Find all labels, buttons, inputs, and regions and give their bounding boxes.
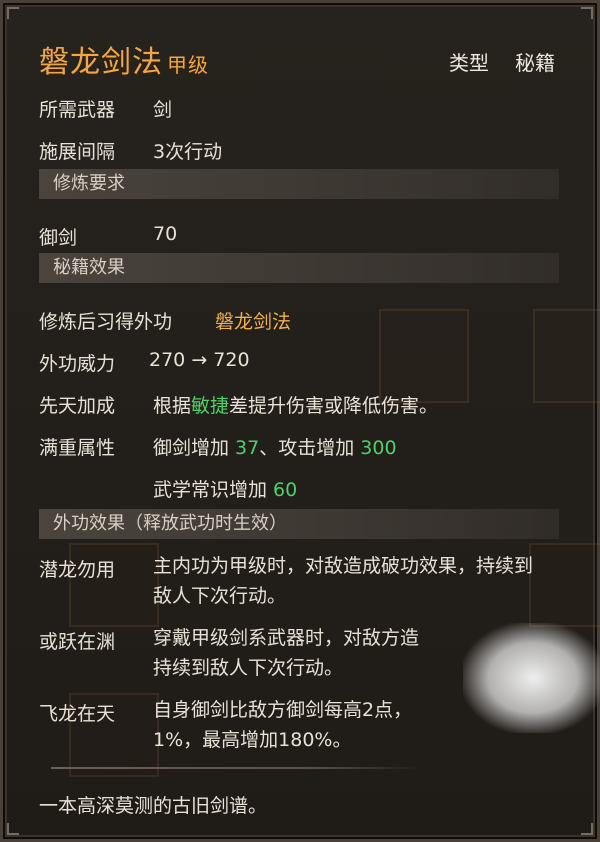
skill-effect-line: 穿戴甲级剑系武器时，对敌方造: [153, 627, 420, 649]
background-item-slot: [533, 309, 600, 403]
full-weight-value: 37: [235, 437, 260, 459]
skill-effect-line: 1%，最高增加180%。: [153, 729, 352, 751]
skill-effect-line: 持续到敌人下次行动。: [153, 657, 344, 679]
skill-effect-desc: 穿戴甲级剑系武器时，对敌方造 持续到敌人下次行动。: [153, 623, 583, 683]
skill-grade: 甲级: [167, 53, 209, 77]
learned-label: 修炼后习得外功: [39, 311, 173, 333]
innate-pre: 根据: [153, 395, 192, 417]
skill-effect-line: 敌人下次行动。: [153, 585, 287, 607]
learned-value: 磐龙剑法: [215, 311, 292, 333]
full-weight-text: 武学常识增加: [153, 479, 274, 501]
interval-value: 3次行动: [153, 141, 223, 163]
corner-ornament: [581, 7, 593, 19]
skill-effect-line: 自身御剑比敌方御剑每高2点，: [153, 699, 413, 721]
effects-header: 秘籍效果: [39, 253, 559, 283]
type-label: 类型: [449, 51, 489, 75]
flavor-text: 一本高深莫测的古旧剑谱。: [39, 795, 268, 817]
skill-effect-desc: 主内功为甲级时，对敌造成破功效果，持续到 敌人下次行动。: [153, 551, 583, 611]
power-from: 270: [149, 349, 186, 371]
tooltip-panel: 磐龙剑法 甲级 类型 秘籍 所需武器 剑 施展间隔 3次行动 修炼要求 御剑 70…: [0, 0, 600, 842]
innate-attribute: 敏捷: [191, 395, 230, 417]
skill-effect-desc: 自身御剑比敌方御剑每高2点， 1%，最高增加180%。: [153, 695, 583, 755]
full-weight-text: 、攻击增加: [259, 437, 361, 459]
requirements-header: 修炼要求: [39, 169, 559, 199]
background-item-slot: [379, 309, 469, 403]
power-to: 720: [213, 349, 250, 371]
power-values: 270 → 720: [149, 349, 250, 371]
interval-label: 施展间隔: [39, 141, 116, 163]
corner-ornament: [581, 823, 593, 835]
arrow-right-icon: →: [191, 349, 208, 371]
skill-effect-name: 飞龙在天: [39, 703, 116, 725]
type-value: 秘籍: [515, 51, 555, 75]
skill-effect-name: 潜龙勿用: [39, 559, 116, 581]
skill-effect-name: 或跃在渊: [39, 631, 116, 653]
innate-label: 先天加成: [39, 395, 116, 417]
requirement-skill-label: 御剑: [39, 227, 78, 249]
weapon-label: 所需武器: [39, 99, 116, 121]
full-weight-value: 60: [273, 479, 298, 501]
skill-name: 磐龙剑法: [39, 45, 163, 80]
skill-effects-header: 外功效果（释放武功时生效）: [39, 509, 559, 539]
weapon-value: 剑: [153, 99, 173, 121]
corner-ornament: [7, 823, 19, 835]
full-weight-line1: 御剑增加 37、攻击增加 300: [153, 433, 397, 460]
innate-post: 差提升伤害或降低伤害。: [229, 395, 439, 417]
full-weight-label: 满重属性: [39, 437, 116, 459]
divider: [51, 767, 423, 769]
skill-effect-line: 主内功为甲级时，对敌造成破功效果，持续到: [153, 555, 534, 577]
corner-ornament: [7, 7, 19, 19]
requirement-skill-value: 70: [153, 223, 178, 245]
skill-title: 磐龙剑法 甲级: [39, 37, 209, 81]
full-weight-value: 300: [360, 437, 397, 459]
innate-text: 根据敏捷差提升伤害或降低伤害。: [153, 391, 438, 418]
full-weight-line2: 武学常识增加 60: [153, 475, 297, 502]
full-weight-text: 御剑增加: [153, 437, 236, 459]
power-label: 外功威力: [39, 353, 116, 375]
